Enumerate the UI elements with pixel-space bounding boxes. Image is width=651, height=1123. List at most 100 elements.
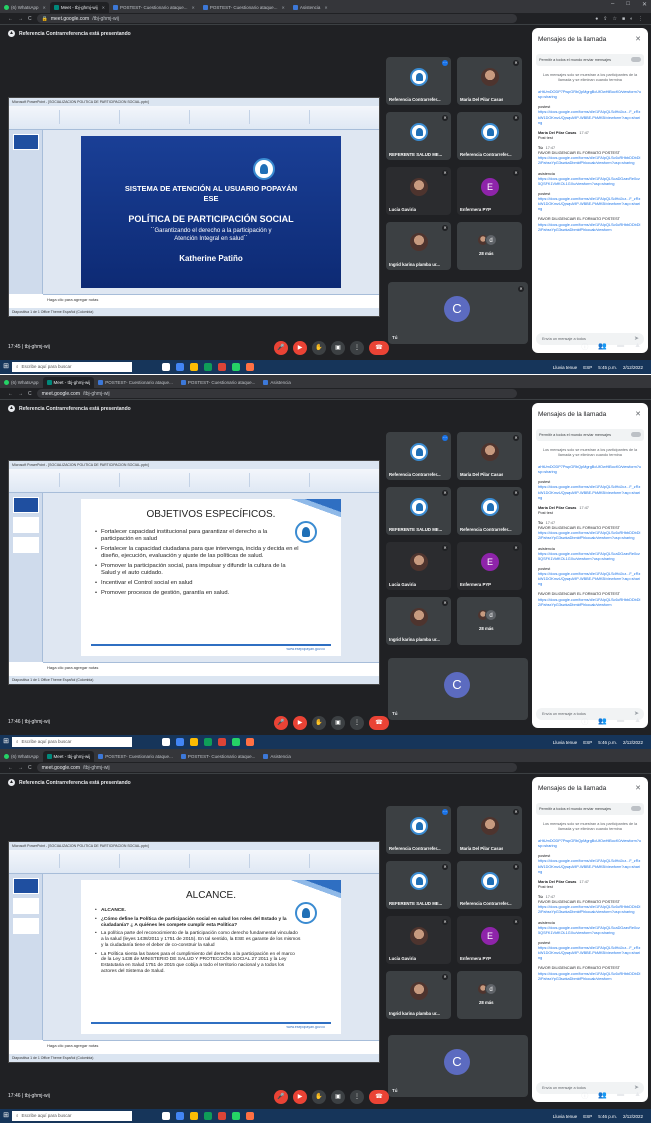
maximize-icon[interactable]: □ — [626, 1, 630, 8]
url-field[interactable]: meet.google.com/tbj-ghmj-wij — [36, 763, 517, 772]
tab-whatsapp[interactable]: (6) WhatsApp — [0, 377, 43, 388]
end-call-button[interactable]: ☎ — [369, 341, 389, 355]
participant-tile[interactable]: ✕ Referencia Contrarrefer... — [457, 861, 522, 909]
people-icon[interactable]: 👥 — [598, 717, 607, 727]
reload-icon[interactable]: C — [28, 765, 32, 771]
forward-icon[interactable]: → — [18, 16, 23, 22]
message-link[interactable]: https://docs.google.com/forms/d/e/1FAIpQ… — [538, 485, 642, 500]
app-icon[interactable] — [218, 738, 226, 746]
more-participants-tile[interactable]: d 28 más — [457, 597, 522, 645]
message-link[interactable]: aHtUmDODP7PwpGRbQpMgrgBcUfOwHiBocK0/view… — [538, 90, 642, 100]
slide-thumbnail[interactable] — [13, 918, 39, 934]
message-link[interactable]: https://docs.google.com/forms/d/e/1FAIpQ… — [538, 946, 642, 961]
camera-button[interactable]: ▶ — [293, 1090, 307, 1104]
chat-icon[interactable]: ▬ — [617, 342, 624, 352]
permit-messages-toggle[interactable]: Permitir a todos el mundo enviar mensaje… — [536, 54, 644, 66]
more-options-button[interactable]: ⋮ — [350, 1090, 364, 1104]
participant-tile[interactable]: ✕ REFERENTE SALUD ME... — [386, 861, 451, 909]
app-icon[interactable] — [190, 738, 198, 746]
activities-icon[interactable]: ▲ — [634, 717, 641, 727]
profile-icon[interactable]: ◐ — [630, 16, 633, 22]
slide-thumbnail[interactable] — [13, 134, 39, 150]
activities-icon[interactable]: ▲ — [634, 1091, 641, 1101]
app-icon[interactable] — [232, 738, 240, 746]
participant-tile[interactable]: ⋯ Referencia Contrarrefer... — [386, 806, 451, 854]
tab-whatsapp[interactable]: (6) WhatsApp — [0, 751, 43, 762]
app-icon[interactable] — [190, 363, 198, 371]
camera-button[interactable]: ▶ — [293, 716, 307, 730]
chat-icon[interactable]: ▬ — [617, 1091, 624, 1101]
close-window-icon[interactable]: ✕ — [642, 1, 647, 8]
participant-tile[interactable]: E ✕ Enfermera PYP — [457, 542, 522, 590]
reload-icon[interactable]: C — [28, 391, 32, 397]
close-icon[interactable]: ✕ — [635, 784, 641, 792]
present-button[interactable]: ▣ — [331, 716, 345, 730]
taskbar-search[interactable]: ⌕ Escribe aquí para buscar — [12, 737, 132, 747]
participant-tile[interactable]: ✕ Lucia Gaviria — [386, 542, 451, 590]
tab-postest-1[interactable]: POSTEST- Cuestionario ataque... — [94, 751, 177, 762]
app-icon[interactable] — [176, 363, 184, 371]
tab-meet[interactable]: Meet - tbj-ghmj-wij — [42, 377, 95, 388]
more-participants-tile[interactable]: d 28 más — [457, 971, 522, 1019]
message-link[interactable]: https://docs.google.com/forms/d/e/1FAIpQ… — [538, 156, 642, 166]
raise-hand-button[interactable]: ✋ — [312, 341, 326, 355]
participant-tile[interactable]: ✕ María Del Pilar Casas — [457, 806, 522, 854]
activities-icon[interactable]: ▲ — [634, 342, 641, 352]
self-tile[interactable]: C ✕ Tú — [388, 282, 528, 344]
forward-icon[interactable]: → — [18, 765, 23, 771]
slide-thumbnail[interactable] — [13, 537, 39, 553]
message-link[interactable]: https://docs.google.com/forms/d/e/1FAIpQ… — [538, 926, 642, 936]
people-icon[interactable]: 👥 — [598, 1091, 607, 1101]
app-icon[interactable] — [162, 738, 170, 746]
self-tile[interactable]: C Tú — [388, 658, 528, 720]
menu-icon[interactable]: ⋮ — [638, 16, 643, 22]
message-link[interactable]: https://docs.google.com/forms/d/e/1FAIpQ… — [538, 859, 642, 874]
tab-postest-1[interactable]: POSTEST- Cuestionario ataque... ✕ — [109, 2, 199, 13]
minimize-icon[interactable]: – — [611, 1, 614, 8]
participant-tile[interactable]: ✕ Lucia Gaviria — [386, 916, 451, 964]
slide-thumbnail[interactable] — [13, 898, 39, 914]
tab-asistencia[interactable]: Asistencia — [259, 751, 295, 762]
back-icon[interactable]: ← — [8, 391, 13, 397]
tab-postest-2[interactable]: POSTEST- Cuestionario ataque... — [177, 751, 260, 762]
end-call-button[interactable]: ☎ — [369, 1090, 389, 1104]
tab-postest-1[interactable]: POSTEST- Cuestionario ataque... — [94, 377, 177, 388]
tab-asistencia[interactable]: Asistencia — [259, 377, 295, 388]
more-options-button[interactable]: ⋮ — [350, 716, 364, 730]
participant-tile[interactable]: ✕ Ingrid karina plamba ur... — [386, 222, 451, 270]
message-link[interactable]: https://docs.google.com/forms/d/e/1FAIpQ… — [538, 572, 642, 587]
windows-start-icon[interactable]: ⊞ — [0, 360, 12, 374]
taskbar-search[interactable]: ⌕ Escribe aquí para buscar — [12, 362, 132, 372]
people-icon[interactable]: 👥 — [598, 342, 607, 352]
participant-tile[interactable]: ✕ Referencia Contrarrefer... — [457, 487, 522, 535]
participant-tile[interactable]: ✕ María Del Pilar Casas — [457, 432, 522, 480]
end-call-button[interactable]: ☎ — [369, 716, 389, 730]
toggle-switch[interactable] — [631, 57, 641, 62]
raise-hand-button[interactable]: ✋ — [312, 716, 326, 730]
camera-button[interactable]: ▶ — [293, 341, 307, 355]
participant-tile[interactable]: ✕ María Del Pilar Casas — [457, 57, 522, 105]
reload-icon[interactable]: C — [28, 16, 32, 22]
info-icon[interactable]: ⓘ — [581, 1091, 588, 1101]
participant-tile[interactable]: ✕ Ingrid karina plamba ur... — [386, 971, 451, 1019]
participant-tile[interactable]: ⋯ Referencia Contrarrefer... — [386, 432, 451, 480]
slide-thumbnail[interactable] — [13, 497, 39, 513]
toggle-switch[interactable] — [631, 432, 641, 437]
message-link[interactable]: https://docs.google.com/forms/d/e/1FAIpQ… — [538, 197, 642, 212]
message-link[interactable]: https://docs.google.com/forms/d/e/1FAIpQ… — [538, 905, 642, 915]
close-icon[interactable]: ✕ — [635, 35, 641, 43]
tab-asistencia[interactable]: Asistencia ✕ — [289, 2, 332, 13]
message-link[interactable]: https://docs.google.com/forms/d/e/1FAIpQ… — [538, 972, 642, 982]
close-icon[interactable]: ✕ — [635, 410, 641, 418]
present-button[interactable]: ▣ — [331, 1090, 345, 1104]
app-icon[interactable] — [232, 363, 240, 371]
notes-pane[interactable]: Haga clic para agregar notas — [43, 1040, 379, 1054]
close-icon[interactable]: ✕ — [324, 5, 327, 10]
app-icon[interactable] — [204, 1112, 212, 1120]
participant-tile[interactable]: ✕ REFERENTE SALUD ME... — [386, 487, 451, 535]
message-link[interactable]: aHtUmDODP7PwpGRbQpMgrgBcUfOwHiBocK0/view… — [538, 839, 642, 849]
url-field[interactable]: meet.google.com/tbj-ghmj-wij — [36, 389, 517, 398]
share-icon[interactable]: ⇪ — [603, 16, 607, 22]
participant-tile[interactable]: ✕ REFERENTE SALUD ME... — [386, 112, 451, 160]
close-icon[interactable]: ✕ — [102, 5, 105, 10]
